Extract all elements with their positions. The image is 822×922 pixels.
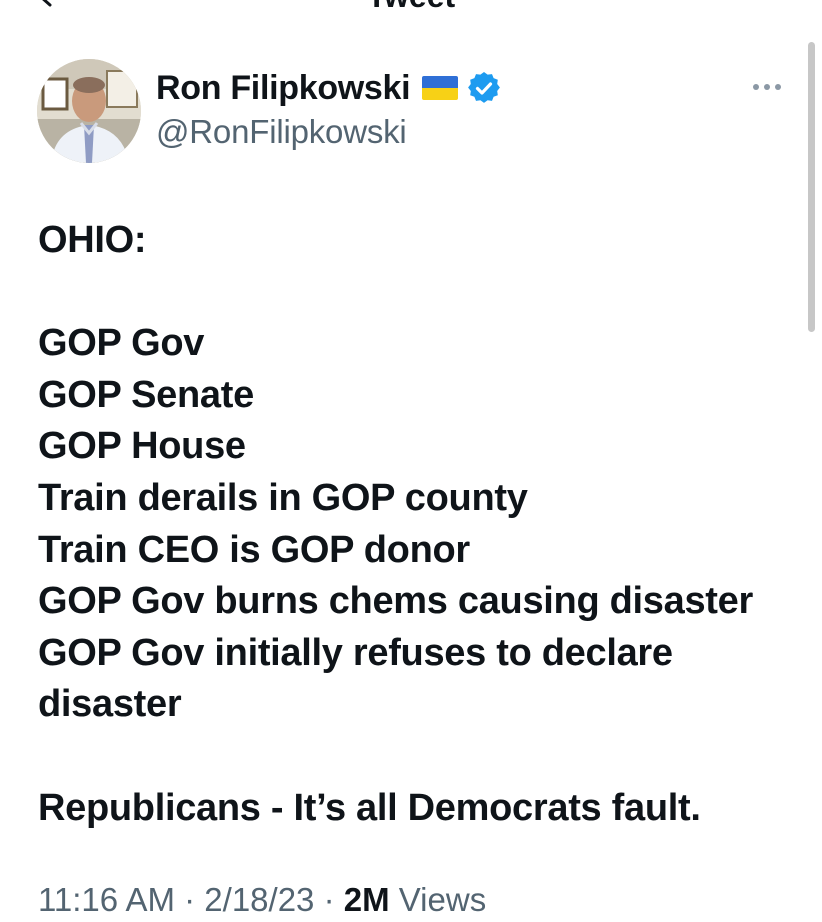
tweet-line: GOP Senate [38, 373, 254, 416]
tweet-line: GOP Gov [38, 322, 205, 365]
tweet-meta: 11:16 AM · 2/18/23 · 2M Views [38, 878, 486, 922]
tweet-line: GOP Gov initially refuses to declare [38, 631, 673, 674]
ukraine-flag-icon [422, 76, 459, 100]
tweet-line: OHIO: [38, 219, 147, 261]
top-bar: Tweet [0, 0, 822, 14]
avatar-photo [37, 59, 141, 163]
author-name-row[interactable]: Ron Filipkowski [156, 66, 501, 110]
more-options-icon[interactable] [752, 80, 782, 94]
tweet-line: Train CEO is GOP donor [38, 528, 470, 571]
page-title: Tweet [0, 0, 822, 14]
tweet-text: OHIO: GOP Gov GOP Senate GOP House Train… [38, 215, 808, 834]
tweet-line: Train derails in GOP county [38, 476, 528, 519]
tweet-line: GOP Gov burns chems causing disaster [38, 580, 753, 623]
author-display-name[interactable]: Ron Filipkowski [156, 66, 411, 110]
avatar[interactable] [37, 59, 141, 163]
scrollbar[interactable] [808, 42, 815, 332]
tweet-line: Republicans - It’s all Democrats fault. [38, 786, 701, 829]
tweet-line: disaster [38, 683, 182, 726]
author-handle[interactable]: @RonFilipkowski [156, 110, 407, 154]
verified-badge-icon [468, 72, 501, 103]
tweet-line: GOP House [38, 425, 246, 468]
